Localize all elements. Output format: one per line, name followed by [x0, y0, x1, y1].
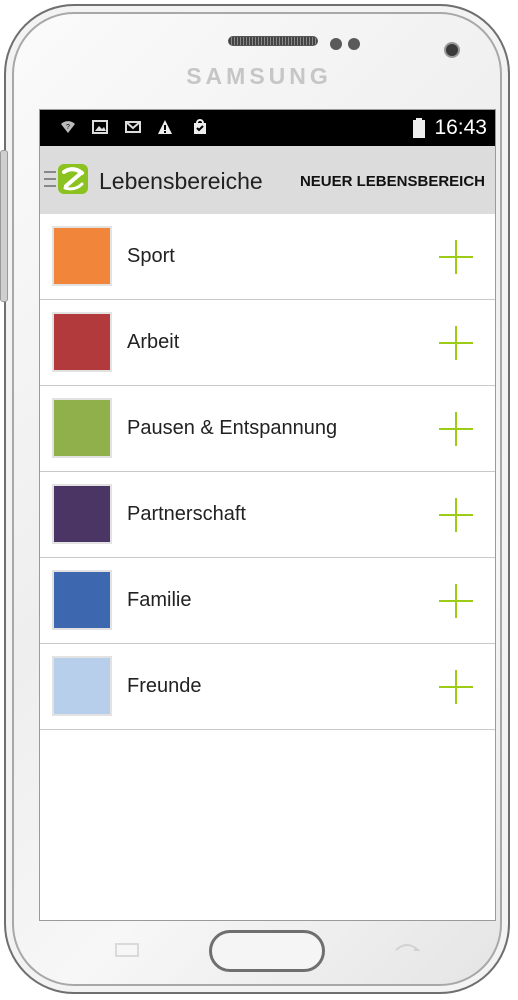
- area-list: Sport Arbeit Pausen & Entspannung Partnersc…: [40, 214, 495, 730]
- color-swatch: [52, 398, 112, 458]
- plus-icon[interactable]: [439, 326, 473, 360]
- page-title: Lebensbereiche: [99, 168, 263, 194]
- list-item[interactable]: Familie: [40, 558, 495, 644]
- battery-icon: [413, 118, 425, 138]
- status-bar: ? 16:43: [40, 110, 495, 146]
- plus-icon[interactable]: [439, 240, 473, 274]
- home-button[interactable]: [209, 930, 325, 972]
- list-item[interactable]: Sport: [40, 214, 495, 300]
- action-bar: Lebensbereiche NEUER LEBENSBEREICH: [40, 146, 495, 214]
- plus-icon[interactable]: [439, 584, 473, 618]
- area-label: Sport: [127, 245, 175, 267]
- color-swatch: [52, 570, 112, 630]
- area-label: Familie: [127, 589, 192, 611]
- list-item[interactable]: Arbeit: [40, 300, 495, 386]
- back-icon[interactable]: [392, 940, 422, 960]
- mail-icon: [125, 121, 141, 133]
- plus-icon[interactable]: [439, 498, 473, 532]
- recent-apps-icon[interactable]: [112, 940, 142, 960]
- list-item[interactable]: Partnerschaft: [40, 472, 495, 558]
- status-time: 16:43: [434, 116, 487, 139]
- screen: ? 16:43 Lebensbereiche NEUER LEBENSBEREI…: [39, 109, 496, 921]
- area-label: Partnerschaft: [127, 503, 246, 525]
- svg-text:?: ?: [66, 124, 70, 131]
- color-swatch: [52, 484, 112, 544]
- shopping-bag-icon: [194, 119, 206, 134]
- color-swatch: [52, 226, 112, 286]
- light-sensor: [348, 38, 360, 50]
- list-item[interactable]: Pausen & Entspannung: [40, 386, 495, 472]
- image-icon: [92, 120, 108, 134]
- color-swatch: [52, 656, 112, 716]
- plus-icon[interactable]: [439, 670, 473, 704]
- app-logo-icon[interactable]: [58, 164, 88, 194]
- new-area-button[interactable]: NEUER LEBENSBEREICH: [300, 173, 485, 190]
- brand-logo: SAMSUNG: [186, 63, 332, 89]
- side-button: [0, 150, 8, 302]
- color-swatch: [52, 312, 112, 372]
- wifi-icon: ?: [61, 121, 75, 133]
- list-item[interactable]: Freunde: [40, 644, 495, 730]
- area-label: Freunde: [127, 675, 202, 697]
- plus-icon[interactable]: [439, 412, 473, 446]
- earpiece-speaker: [228, 36, 318, 46]
- area-label: Pausen & Entspannung: [127, 417, 338, 439]
- drawer-menu-icon[interactable]: [44, 170, 56, 188]
- proximity-sensor: [330, 38, 342, 50]
- warning-icon: [158, 120, 172, 134]
- front-camera: [446, 44, 458, 56]
- area-label: Arbeit: [127, 331, 180, 353]
